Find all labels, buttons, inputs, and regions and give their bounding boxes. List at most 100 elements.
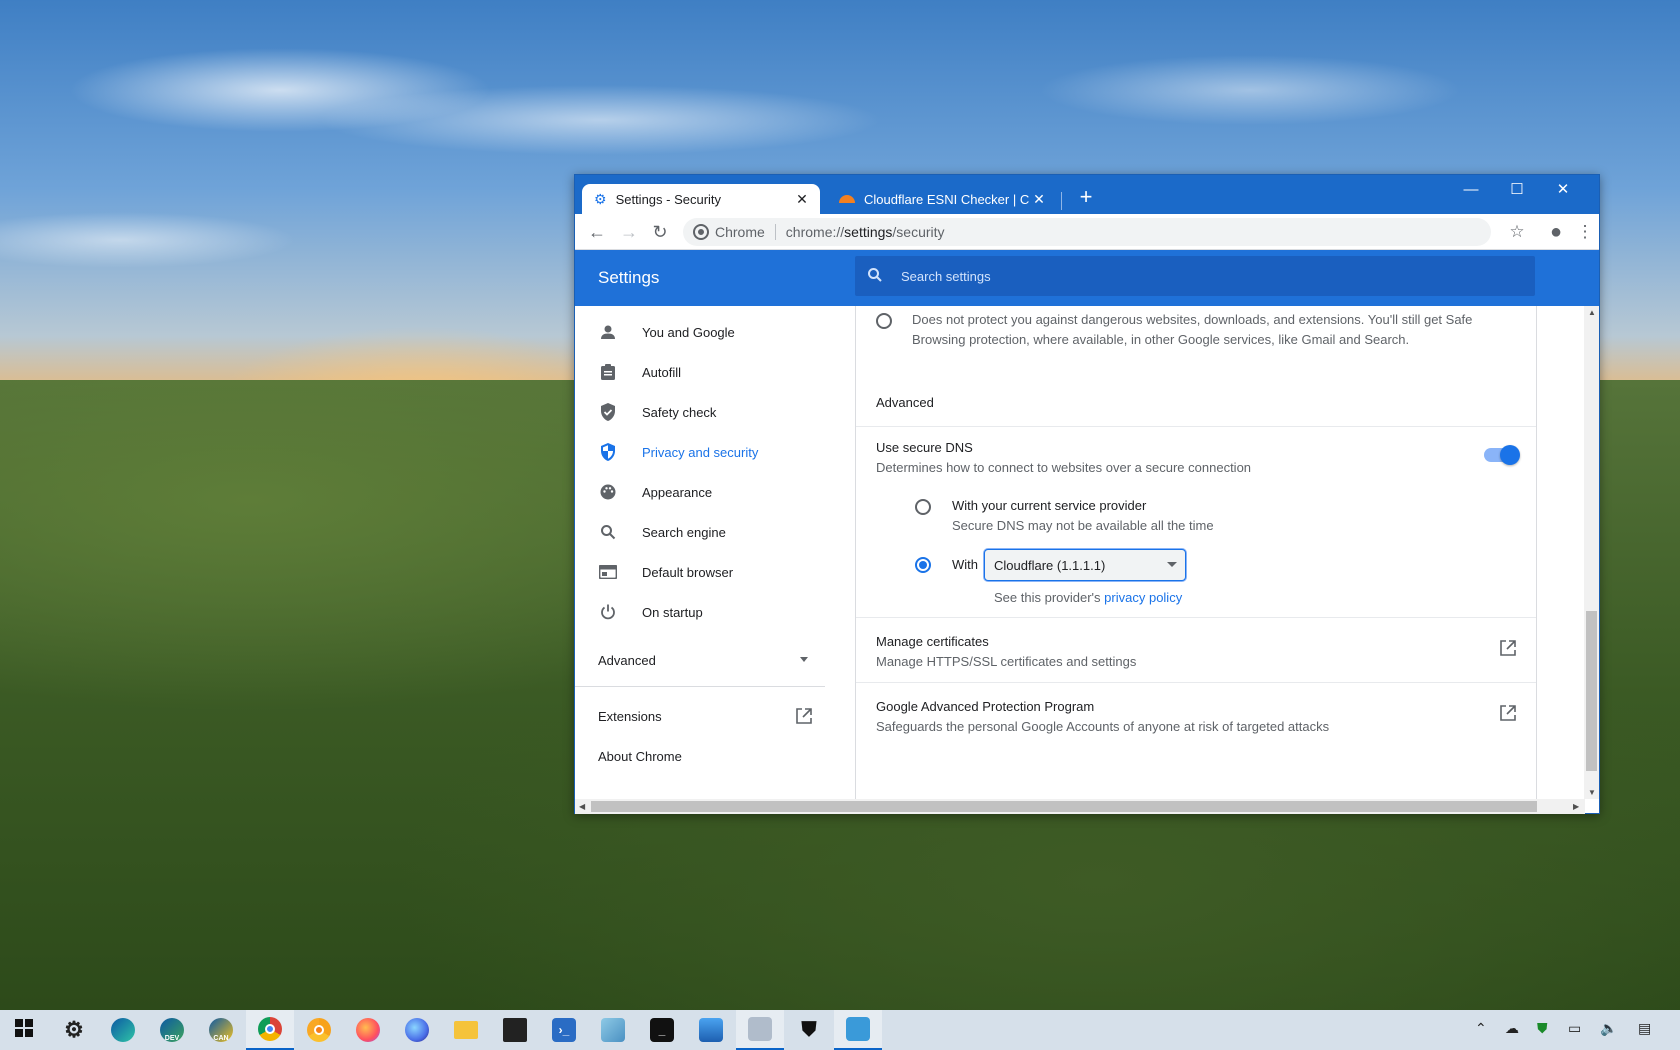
chrome-icon <box>258 1017 282 1041</box>
sidebar-item-label: About Chrome <box>598 748 682 764</box>
scroll-left-arrow-icon[interactable]: ◀ <box>579 802 585 811</box>
sidebar-item-safety-check[interactable]: Safety check <box>598 394 716 430</box>
store-icon <box>503 1018 527 1042</box>
sidebar-item-autofill[interactable]: Autofill <box>598 354 681 390</box>
scroll-down-arrow-icon[interactable]: ▼ <box>1588 788 1596 797</box>
sidebar-item-you-and-google[interactable]: You and Google <box>598 314 735 350</box>
open-in-new-icon <box>796 708 812 727</box>
close-icon[interactable]: ✕ <box>1029 191 1049 208</box>
scroll-right-arrow-icon[interactable]: ▶ <box>1573 802 1579 811</box>
manage-certificates-title[interactable]: Manage certificates <box>876 634 989 649</box>
sidebar-item-search-engine[interactable]: Search engine <box>598 514 726 550</box>
menu-icon[interactable]: ⋮ <box>1573 220 1597 244</box>
taskbar-chrome-canary[interactable] <box>295 1010 343 1050</box>
taskbar-store[interactable] <box>491 1010 539 1050</box>
chip-label: Chrome <box>715 224 765 240</box>
no-protection-radio[interactable] <box>876 313 892 329</box>
forward-button[interactable]: → <box>617 220 641 244</box>
browser-icon <box>598 562 618 582</box>
sidebar-item-label: Autofill <box>642 364 682 380</box>
close-window-button[interactable]: ✕ <box>1540 175 1586 205</box>
minimize-button[interactable]: — <box>1448 175 1494 205</box>
chevron-up-icon[interactable]: ⌃ <box>1475 1020 1487 1037</box>
dns-provider-value: Cloudflare (1.1.1.1) <box>994 557 1106 573</box>
sidebar-item-label: Extensions <box>598 708 662 724</box>
notification-icon[interactable]: ▤ <box>1638 1020 1651 1037</box>
start-button[interactable] <box>0 1010 48 1050</box>
close-icon[interactable]: ✕ <box>792 191 812 208</box>
sidebar-item-extensions[interactable]: Extensions <box>598 698 812 734</box>
taskbar-defender[interactable]: ⛊ <box>785 1010 833 1050</box>
chrome-canary-icon <box>307 1018 331 1042</box>
current-provider-title: With your current service provider <box>952 498 1147 513</box>
sidebar-advanced-toggle[interactable]: Advanced <box>598 642 808 678</box>
taskbar-remote-desktop[interactable] <box>834 1010 882 1050</box>
search-placeholder: Search settings <box>901 268 991 284</box>
sidebar-item-about-chrome[interactable]: About Chrome <box>598 738 682 774</box>
profile-avatar-icon[interactable]: ● <box>1544 220 1568 244</box>
no-protection-desc-line2: Browsing protection, where available, in… <box>912 332 1410 347</box>
cloudflare-icon <box>839 195 855 203</box>
settings-content: You and Google Autofill Safety check Pri… <box>575 306 1599 799</box>
star-icon[interactable]: ☆ <box>1505 220 1529 244</box>
taskbar-file-explorer[interactable] <box>442 1010 490 1050</box>
secure-dns-title: Use secure DNS <box>876 440 973 455</box>
onedrive-icon[interactable]: ☁ <box>1505 1020 1519 1037</box>
edge-dev-icon: DEV <box>160 1018 184 1042</box>
taskbar-terminal[interactable]: _ <box>638 1010 686 1050</box>
tab-separator <box>1061 192 1062 210</box>
tab-title: Cloudflare ESNI Checker | Cloudf <box>864 191 1029 207</box>
taskbar-photos[interactable] <box>687 1010 735 1050</box>
sidebar-advanced-label: Advanced <box>598 652 656 668</box>
custom-provider-radio[interactable] <box>915 557 931 573</box>
search-icon <box>598 522 618 542</box>
settings-icon: ⚙ <box>64 1017 84 1042</box>
start-icon <box>15 1018 33 1042</box>
reload-button[interactable]: ↻ <box>648 220 672 244</box>
sidebar-item-privacy-and-security[interactable]: Privacy and security <box>598 434 758 470</box>
dns-provider-select[interactable]: Cloudflare (1.1.1.1) <box>984 549 1186 581</box>
taskbar-powershell[interactable]: ›_ <box>540 1010 588 1050</box>
notepad-icon <box>601 1018 625 1042</box>
taskbar-firefox-nightly[interactable] <box>393 1010 441 1050</box>
open-in-new-icon[interactable] <box>1500 640 1516 661</box>
taskbar-settings[interactable]: ⚙ <box>50 1010 98 1050</box>
scrollbar-thumb[interactable] <box>1586 611 1597 771</box>
open-in-new-icon[interactable] <box>1500 705 1516 726</box>
photos-icon <box>699 1018 723 1042</box>
taskbar-snipping[interactable] <box>736 1010 784 1050</box>
settings-sidebar: You and Google Autofill Safety check Pri… <box>575 306 855 799</box>
horizontal-scrollbar[interactable]: ◀ ▶ <box>575 799 1585 814</box>
secure-dns-toggle[interactable] <box>1484 445 1520 465</box>
taskbar-chrome[interactable] <box>246 1010 294 1050</box>
sidebar-item-default-browser[interactable]: Default browser <box>598 554 733 590</box>
taskbar-edge-canary[interactable]: CAN <box>197 1010 245 1050</box>
taskbar-edge[interactable] <box>99 1010 147 1050</box>
advanced-protection-title[interactable]: Google Advanced Protection Program <box>876 699 1094 714</box>
scroll-up-arrow-icon[interactable]: ▲ <box>1588 308 1596 317</box>
search-settings-input[interactable]: Search settings <box>855 256 1535 296</box>
file-explorer-icon <box>454 1021 478 1039</box>
new-tab-button[interactable]: + <box>1073 185 1099 211</box>
divider <box>856 426 1536 427</box>
maximize-button[interactable]: ☐ <box>1494 175 1540 205</box>
security-tray-icon[interactable]: ⛊ <box>1537 1020 1548 1037</box>
scrollbar-thumb[interactable] <box>591 801 1537 812</box>
taskbar-notepad[interactable] <box>589 1010 637 1050</box>
privacy-policy-link[interactable]: privacy policy <box>1104 590 1182 605</box>
sidebar-item-appearance[interactable]: Appearance <box>598 474 712 510</box>
tab-cloudflare[interactable]: Cloudflare ESNI Checker | Cloudf ✕ <box>827 184 1057 214</box>
current-provider-radio[interactable] <box>915 499 931 515</box>
windows-taskbar: ⚙ DEV CAN ›_ _ ⛊ ⌃ ☁ ⛊ ▭ 🔈 ▤ <box>0 1010 1680 1050</box>
taskbar-firefox[interactable] <box>344 1010 392 1050</box>
network-icon[interactable]: ▭ <box>1568 1020 1581 1037</box>
firefox-nightly-icon <box>405 1018 429 1042</box>
vertical-scrollbar[interactable]: ▲ ▼ <box>1584 306 1599 799</box>
address-bar[interactable]: Chrome chrome://settings/security <box>683 218 1491 246</box>
advanced-heading: Advanced <box>876 395 934 410</box>
sidebar-item-on-startup[interactable]: On startup <box>598 594 703 630</box>
back-button[interactable]: ← <box>585 220 609 244</box>
volume-icon[interactable]: 🔈 <box>1600 1020 1617 1037</box>
tab-settings-security[interactable]: ⚙ Settings - Security ✕ <box>582 184 820 214</box>
taskbar-edge-dev[interactable]: DEV <box>148 1010 196 1050</box>
